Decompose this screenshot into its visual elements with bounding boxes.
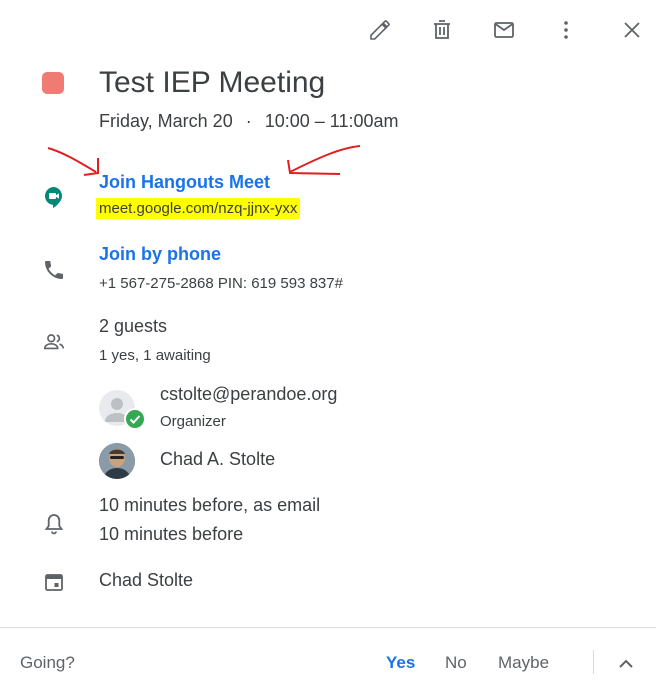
event-title: Test IEP Meeting <box>99 66 326 99</box>
guest-role: Organizer <box>160 413 226 430</box>
avatar-photo-icon <box>99 443 135 479</box>
delete-button[interactable] <box>424 12 460 48</box>
more-options-button[interactable] <box>548 12 584 48</box>
separator-dot: · <box>245 111 252 131</box>
reminder-notification: 10 minutes before <box>99 524 244 544</box>
rsvp-maybe-button[interactable]: Maybe <box>498 653 549 673</box>
event-color-chip <box>42 72 64 94</box>
close-button[interactable] <box>614 12 650 48</box>
avatar-photo <box>99 443 135 479</box>
guests-icon <box>42 330 68 354</box>
right-arrowhead <box>287 159 341 175</box>
rsvp-yes-button[interactable]: Yes <box>386 653 415 673</box>
guest-name: Chad A. Stolte <box>160 449 276 469</box>
left-arrow <box>47 147 97 173</box>
join-by-phone-link[interactable]: Join by phone <box>99 244 221 265</box>
phone-details: +1 567-275-2868 PIN: 619 593 837# <box>99 275 343 292</box>
bell-icon <box>42 512 66 536</box>
guests-status: 1 yes, 1 awaiting <box>99 347 211 364</box>
toolbar <box>360 10 650 50</box>
edit-button[interactable] <box>362 12 398 48</box>
event-time: 10:00 – 11:00am <box>264 111 399 131</box>
trash-icon <box>434 20 450 39</box>
guest-email: cstolte@perandoe.org <box>160 384 338 404</box>
right-arrow <box>289 145 361 173</box>
email-guests-button[interactable] <box>486 12 522 48</box>
footer-vertical-divider <box>593 650 594 674</box>
guest-row[interactable]: Chad A. Stolte <box>99 442 399 482</box>
event-datetime: Friday, March 20 · 10:00 – 11:00am <box>99 111 399 132</box>
mail-icon <box>494 22 514 38</box>
hangouts-meet-icon <box>42 185 66 209</box>
calendar-owner: Chad Stolte <box>99 570 194 590</box>
event-date: Friday, March 20 <box>99 111 233 131</box>
join-meet-link[interactable]: Join Hangouts Meet <box>99 172 270 193</box>
going-question: Going? <box>20 653 75 672</box>
pencil-icon <box>370 20 390 40</box>
footer-divider <box>0 627 656 628</box>
calendar-icon <box>42 570 66 594</box>
phone-icon <box>42 258 66 282</box>
guests-summary: 2 guests <box>99 316 168 336</box>
accepted-check-icon <box>124 408 146 430</box>
guest-row-organizer[interactable]: cstolte@perandoe.org Organizer <box>99 382 399 432</box>
close-icon <box>624 22 640 38</box>
meet-url-text: meet.google.com/nzq-jjnx-yxx <box>96 198 301 219</box>
meet-url[interactable]: meet.google.com/nzq-jjnx-yxx <box>96 198 301 219</box>
reminder-email: 10 minutes before, as email <box>99 495 321 515</box>
chevron-up-icon <box>619 659 633 668</box>
more-vert-icon <box>564 21 568 39</box>
rsvp-no-button[interactable]: No <box>445 653 467 673</box>
expand-rsvp-button[interactable] <box>614 652 638 676</box>
